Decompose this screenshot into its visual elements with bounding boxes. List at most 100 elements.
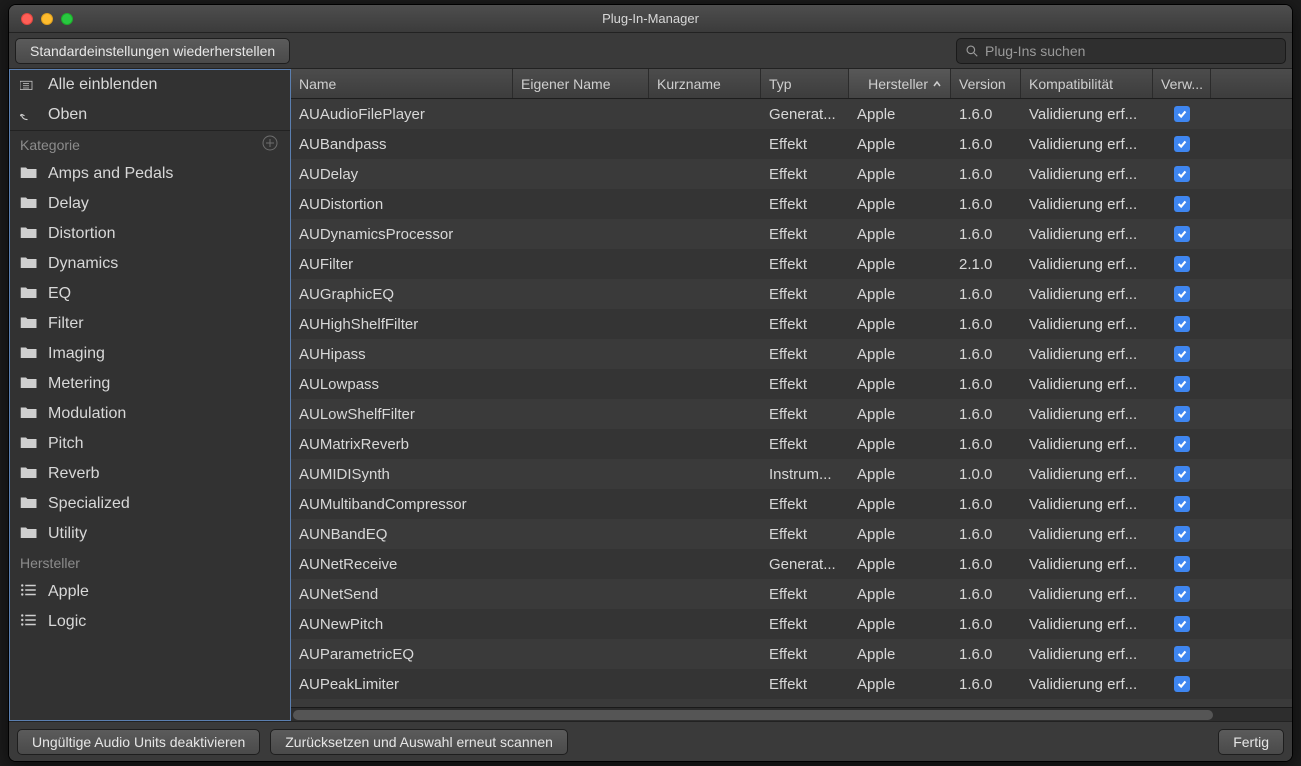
col-header-compat[interactable]: Kompatibilität	[1021, 69, 1153, 98]
cell-type: Effekt	[761, 489, 849, 519]
category-item[interactable]: EQ	[10, 279, 290, 309]
category-item[interactable]: Delay	[10, 189, 290, 219]
use-checkbox[interactable]	[1174, 106, 1190, 122]
table-row[interactable]: AUHipassEffektApple1.6.0Validierung erf.…	[291, 339, 1292, 369]
use-checkbox[interactable]	[1174, 256, 1190, 272]
use-checkbox[interactable]	[1174, 346, 1190, 362]
use-checkbox[interactable]	[1174, 496, 1190, 512]
folder-icon	[20, 315, 38, 334]
cell-compat: Validierung erf...	[1021, 459, 1153, 489]
cell-name: AULowShelfFilter	[291, 399, 513, 429]
category-item[interactable]: Utility	[10, 519, 290, 549]
table-row[interactable]: AUMatrixReverbEffektApple1.6.0Validierun…	[291, 429, 1292, 459]
use-checkbox[interactable]	[1174, 556, 1190, 572]
cell-name: AUFilter	[291, 249, 513, 279]
done-button[interactable]: Fertig	[1218, 729, 1284, 755]
col-header-own-name[interactable]: Eigener Name	[513, 69, 649, 98]
table-row[interactable]: AUAudioFilePlayerGenerat...Apple1.6.0Val…	[291, 99, 1292, 129]
table-row[interactable]: AUNBandEQEffektApple1.6.0Validierung erf…	[291, 519, 1292, 549]
use-checkbox[interactable]	[1174, 676, 1190, 692]
cell-manufacturer: Apple	[849, 489, 951, 519]
col-header-version[interactable]: Version	[951, 69, 1021, 98]
search-input[interactable]	[985, 43, 1277, 59]
table-row[interactable]: AUHighShelfFilterEffektApple1.6.0Validie…	[291, 309, 1292, 339]
manufacturer-item[interactable]: Apple	[10, 577, 290, 607]
use-checkbox[interactable]	[1174, 286, 1190, 302]
category-item[interactable]: Filter	[10, 309, 290, 339]
table-row[interactable]: AULowpassEffektApple1.6.0Validierung erf…	[291, 369, 1292, 399]
cell-type: Instrum...	[761, 459, 849, 489]
use-checkbox[interactable]	[1174, 226, 1190, 242]
category-item[interactable]: Reverb	[10, 459, 290, 489]
category-item[interactable]: Pitch	[10, 429, 290, 459]
scrollbar-thumb[interactable]	[293, 710, 1213, 720]
cell-name: AUNBandEQ	[291, 519, 513, 549]
col-header-manufacturer[interactable]: Hersteller	[849, 69, 951, 98]
category-item[interactable]: Amps and Pedals	[10, 159, 290, 189]
use-checkbox[interactable]	[1174, 376, 1190, 392]
cell-manufacturer: Apple	[849, 219, 951, 249]
col-header-type[interactable]: Typ	[761, 69, 849, 98]
table-row[interactable]: AUBandpassEffektApple1.6.0Validierung er…	[291, 129, 1292, 159]
col-header-short-name[interactable]: Kurzname	[649, 69, 761, 98]
category-item[interactable]: Modulation	[10, 399, 290, 429]
col-header-name[interactable]: Name	[291, 69, 513, 98]
table-row[interactable]: AUDynamicsProcessorEffektApple1.6.0Valid…	[291, 219, 1292, 249]
table-body[interactable]: AUAudioFilePlayerGenerat...Apple1.6.0Val…	[291, 99, 1292, 707]
cell-use	[1153, 609, 1211, 639]
cell-version: 2.1.0	[951, 249, 1021, 279]
col-header-use[interactable]: Verw...	[1153, 69, 1211, 98]
use-checkbox[interactable]	[1174, 136, 1190, 152]
category-item[interactable]: Dynamics	[10, 249, 290, 279]
zoom-window-button[interactable]	[61, 13, 73, 25]
add-category-button[interactable]	[260, 135, 280, 156]
cell-name: AUHighShelfFilter	[291, 309, 513, 339]
cell-version: 1.6.0	[951, 429, 1021, 459]
use-checkbox[interactable]	[1174, 646, 1190, 662]
table-row[interactable]: AUGraphicEQEffektApple1.6.0Validierung e…	[291, 279, 1292, 309]
use-checkbox[interactable]	[1174, 466, 1190, 482]
table-row[interactable]: AUNetReceiveGenerat...Apple1.6.0Validier…	[291, 549, 1292, 579]
cell-name: AUMatrixReverb	[291, 429, 513, 459]
table-row[interactable]: AUNetSendEffektApple1.6.0Validierung erf…	[291, 579, 1292, 609]
cell-type: Effekt	[761, 129, 849, 159]
close-window-button[interactable]	[21, 13, 33, 25]
table-row[interactable]: AULowShelfFilterEffektApple1.6.0Validier…	[291, 399, 1292, 429]
category-item[interactable]: Specialized	[10, 489, 290, 519]
use-checkbox[interactable]	[1174, 196, 1190, 212]
manufacturer-label: Logic	[48, 613, 86, 631]
reset-rescan-button[interactable]: Zurücksetzen und Auswahl erneut scannen	[270, 729, 568, 755]
table-row[interactable]: AUMultibandCompressorEffektApple1.6.0Val…	[291, 489, 1292, 519]
expand-all-button[interactable]: Alle einblenden	[10, 70, 290, 100]
use-checkbox[interactable]	[1174, 586, 1190, 602]
horizontal-scrollbar[interactable]	[291, 707, 1292, 721]
manufacturer-item[interactable]: Logic	[10, 607, 290, 637]
cell-own-name	[513, 339, 649, 369]
cell-version: 1.0.0	[951, 459, 1021, 489]
table-row[interactable]: AUParametricEQEffektApple1.6.0Validierun…	[291, 639, 1292, 669]
up-button[interactable]: Oben	[10, 100, 290, 130]
cell-short-name	[649, 279, 761, 309]
use-checkbox[interactable]	[1174, 316, 1190, 332]
category-item[interactable]: Distortion	[10, 219, 290, 249]
category-item[interactable]: Metering	[10, 369, 290, 399]
table-row[interactable]: AUMIDISynthInstrum...Apple1.0.0Validieru…	[291, 459, 1292, 489]
disable-invalid-button[interactable]: Ungültige Audio Units deaktivieren	[17, 729, 260, 755]
category-item[interactable]: Imaging	[10, 339, 290, 369]
use-checkbox[interactable]	[1174, 616, 1190, 632]
table-row[interactable]: AUNewPitchEffektApple1.6.0Validierung er…	[291, 609, 1292, 639]
cell-compat: Validierung erf...	[1021, 129, 1153, 159]
table-row[interactable]: AUFilterEffektApple2.1.0Validierung erf.…	[291, 249, 1292, 279]
cell-use	[1153, 549, 1211, 579]
table-row[interactable]: AUDelayEffektApple1.6.0Validierung erf..…	[291, 159, 1292, 189]
restore-defaults-button[interactable]: Standardeinstellungen wiederherstellen	[15, 38, 290, 64]
use-checkbox[interactable]	[1174, 526, 1190, 542]
use-checkbox[interactable]	[1174, 436, 1190, 452]
table-row[interactable]: AUPeakLimiterEffektApple1.6.0Validierung…	[291, 669, 1292, 699]
table-row[interactable]: AUDistortionEffektApple1.6.0Validierung …	[291, 189, 1292, 219]
search-field[interactable]	[956, 38, 1286, 64]
folder-icon	[20, 285, 38, 304]
minimize-window-button[interactable]	[41, 13, 53, 25]
use-checkbox[interactable]	[1174, 406, 1190, 422]
use-checkbox[interactable]	[1174, 166, 1190, 182]
